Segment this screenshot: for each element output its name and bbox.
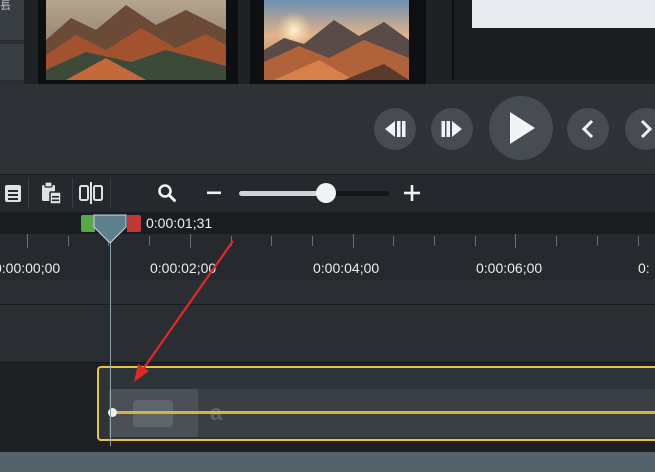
step-forward-button[interactable] xyxy=(431,108,473,150)
ruler-tick xyxy=(271,236,272,246)
paste-button[interactable] xyxy=(36,176,66,210)
plus-icon xyxy=(404,185,420,201)
ruler-tick xyxy=(597,236,598,246)
ruler-tick xyxy=(27,234,28,248)
play-icon xyxy=(510,112,535,144)
media-bin-label: 镸 xyxy=(0,0,11,12)
track-spacer xyxy=(0,280,655,304)
media-thumbnail-mountains-1[interactable] xyxy=(46,0,226,80)
chevron-left-icon xyxy=(581,119,594,139)
step-forward-icon xyxy=(441,121,462,137)
ruler-label: 0:00:00;00 xyxy=(0,260,61,276)
ruler-tick xyxy=(231,236,232,246)
zoom-in-button[interactable] xyxy=(402,176,422,210)
ruler-tick xyxy=(312,236,313,246)
toolbar-divider xyxy=(110,178,111,208)
selection-out-handle[interactable] xyxy=(127,215,141,232)
ruler-tick xyxy=(393,236,394,246)
ruler-label: 0: xyxy=(638,260,650,276)
search-icon xyxy=(158,184,176,202)
chevron-right-icon xyxy=(640,119,653,139)
playhead-handle[interactable] xyxy=(93,214,127,244)
clip-volume-line[interactable] xyxy=(110,411,655,414)
ruler-tick xyxy=(68,236,69,246)
ruler-label: 0:00:02;00 xyxy=(150,260,217,276)
toolbar-divider xyxy=(28,178,29,208)
ruler-label: 0:00:04;00 xyxy=(313,260,380,276)
zoom-to-fit-button[interactable] xyxy=(154,176,180,210)
playhead-time: 0:00:01;31 xyxy=(146,215,213,231)
track-1[interactable] xyxy=(0,304,655,363)
ruler-tick xyxy=(638,236,639,246)
step-back-icon xyxy=(385,121,406,137)
zoom-slider-handle[interactable] xyxy=(316,183,336,203)
ruler-tick xyxy=(515,234,516,248)
timeline-scrollbar[interactable] xyxy=(0,452,655,472)
previous-marker-button[interactable] xyxy=(567,108,609,150)
play-button[interactable] xyxy=(489,96,553,160)
split-button[interactable] xyxy=(78,176,104,210)
document-icon xyxy=(5,185,21,202)
copy-button[interactable] xyxy=(0,176,26,210)
minus-icon xyxy=(207,191,221,195)
ruler-tick xyxy=(475,236,476,246)
playhead-line xyxy=(110,240,111,446)
preview-canvas xyxy=(472,0,655,28)
ruler-tick xyxy=(353,234,354,248)
zoom-out-button[interactable] xyxy=(204,176,224,210)
ruler-tick xyxy=(149,236,150,246)
split-icon xyxy=(79,182,103,204)
ruler-tick xyxy=(556,236,557,246)
media-thumbnail-mountains-2[interactable] xyxy=(264,0,409,80)
ruler-tick xyxy=(190,234,191,248)
zoom-slider-fill xyxy=(239,191,326,196)
ruler-tick xyxy=(434,236,435,246)
clipboard-icon xyxy=(42,181,62,205)
ruler-label: 0:00:06;00 xyxy=(476,260,543,276)
toolbar-divider xyxy=(72,178,73,208)
playback-controls xyxy=(0,84,655,174)
step-back-button[interactable] xyxy=(374,108,416,150)
